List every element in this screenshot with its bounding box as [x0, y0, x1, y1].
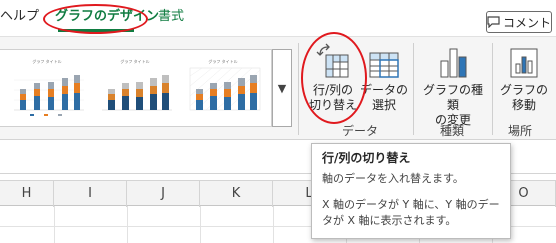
thumb-title: グラフ タイトル — [32, 58, 61, 64]
chart-styles-gallery: グラフ タイトル グラフ タイトル グラフ タイトル — [0, 49, 272, 127]
thumb-title: グラフ タイトル — [208, 58, 237, 64]
ribbon-separator — [413, 43, 414, 135]
highlight-circle-switch-row-column — [301, 32, 367, 124]
column-header[interactable]: I — [54, 181, 127, 207]
gallery-more-button[interactable]: ▼ — [272, 49, 292, 127]
tooltip-title: 行/列の切り替え — [322, 151, 411, 165]
chevron-down-icon: ▼ — [277, 81, 287, 95]
tab-format[interactable]: 書式 — [158, 8, 184, 26]
thumb-title: グラフ タイトル — [120, 58, 149, 64]
chart-style-thumbnail[interactable]: グラフ タイトル — [94, 56, 176, 120]
ribbon-separator — [492, 43, 493, 135]
highlight-circle-chart-design — [43, 4, 148, 34]
tooltip-description: 軸のデータを入れ替えます。 — [322, 172, 464, 185]
ribbon-separator — [298, 43, 299, 135]
chart-style-thumbnail[interactable]: グラフ タイトル — [182, 56, 264, 120]
move-chart-icon — [510, 48, 538, 78]
column-header[interactable]: H — [0, 181, 54, 207]
comments-button-label: コメント — [503, 15, 552, 30]
select-data-label-2: 選択 — [371, 98, 396, 112]
ribbon-panel: グラフ タイトル グラフ タイトル グラフ タイトル ▼ 行/列の 切り替え デ… — [0, 32, 556, 140]
group-label-data: データ — [342, 124, 379, 138]
change-chart-type-button[interactable]: グラフの種類 の変更 — [418, 41, 488, 128]
switch-row-column-tooltip: 行/列の切り替え 軸のデータを入れ替えます。 X 軸のデータが Y 軸に、Y 軸… — [311, 143, 511, 239]
change-chart-type-icon — [440, 48, 467, 78]
comments-button[interactable]: コメント — [486, 11, 552, 33]
comment-icon — [487, 16, 500, 28]
select-data-icon — [369, 52, 399, 78]
grid-line — [127, 206, 128, 243]
ribbon-tab-bar: ヘルプ グラフのデザイン 書式 コメント — [0, 0, 556, 36]
tab-help[interactable]: ヘルプ — [0, 8, 39, 26]
select-data-label-1: データの — [360, 83, 409, 97]
column-header[interactable]: K — [200, 181, 273, 207]
select-data-button[interactable]: データの 選択 — [360, 41, 408, 113]
group-label-location: 場所 — [508, 124, 533, 138]
tooltip-detail-line-2: タが X 軸に表示されます。 — [322, 214, 457, 227]
grid-line — [200, 206, 201, 243]
change-chart-type-label-1: グラフの種類 — [422, 83, 483, 112]
chart-style-thumbnail[interactable]: グラフ タイトル — [6, 56, 88, 120]
grid-line — [273, 206, 274, 243]
move-chart-button[interactable]: グラフの 移動 — [496, 41, 552, 113]
move-chart-label-2: 移動 — [511, 98, 536, 112]
move-chart-label-1: グラフの — [499, 83, 548, 97]
group-label-type: 種類 — [440, 124, 465, 138]
grid-line — [54, 206, 55, 243]
tooltip-detail-line-1: X 軸のデータが Y 軸に、Y 軸のデー — [322, 198, 500, 211]
column-header[interactable]: J — [127, 181, 200, 207]
